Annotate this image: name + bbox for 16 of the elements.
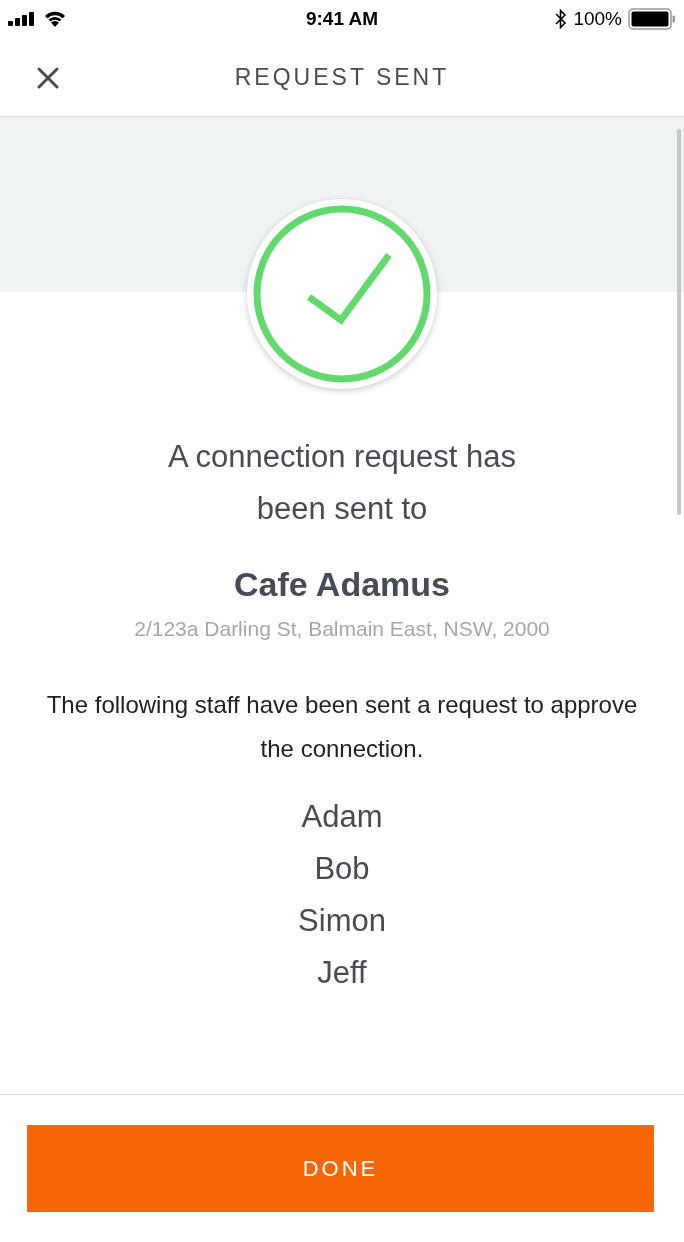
done-button[interactable]: DONE bbox=[27, 1125, 654, 1212]
venue-address: 2/123a Darling St, Balmain East, NSW, 2000 bbox=[134, 616, 550, 642]
venue-name: Cafe Adamus bbox=[234, 564, 450, 605]
bluetooth-icon bbox=[555, 9, 568, 29]
confirmation-message: A connection request has been sent to bbox=[166, 438, 518, 528]
close-icon bbox=[36, 66, 60, 90]
staff-name: Bob bbox=[314, 849, 370, 888]
battery-icon bbox=[628, 8, 676, 30]
staff-name: Jeff bbox=[317, 953, 367, 992]
staff-note: The following staff have been sent a request to approve the connection. bbox=[45, 689, 639, 764]
status-time: 9:41 AM bbox=[305, 6, 379, 31]
staff-name: Simon bbox=[298, 901, 386, 940]
staff-name: Adam bbox=[301, 797, 383, 836]
battery-percent: 100% bbox=[573, 6, 622, 31]
screen-title: REQUEST SENT bbox=[234, 62, 450, 92]
wifi-icon bbox=[44, 11, 66, 27]
